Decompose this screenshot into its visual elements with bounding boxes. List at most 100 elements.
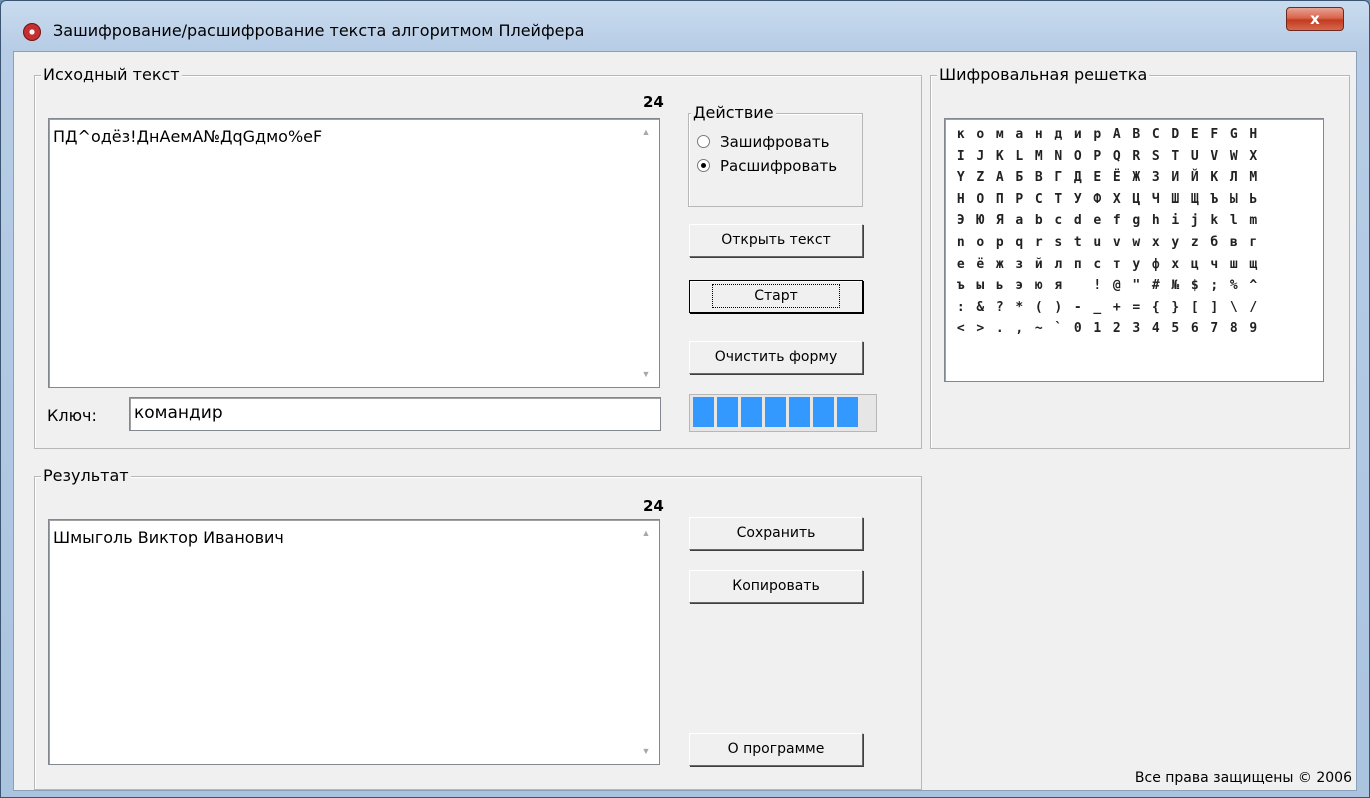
about-button[interactable]: О программе: [689, 733, 863, 766]
cipher-grid: командирABCDEFGHIJKLMNOPQRSTUVWXYZАБВГДЕ…: [944, 118, 1324, 382]
clear-form-button[interactable]: Очистить форму: [689, 341, 863, 374]
cipher-grid-cell: \: [1229, 299, 1238, 315]
cipher-grid-cell: J: [976, 148, 985, 164]
cipher-grid-cell: (: [1034, 299, 1043, 315]
decrypt-radio[interactable]: Расшифровать: [697, 157, 837, 175]
cipher-grid-cell: г: [1249, 234, 1258, 250]
cipher-grid-cell: з: [1015, 256, 1024, 272]
cipher-grid-cell: Z: [976, 170, 985, 186]
cipher-grid-cell: ;: [1210, 278, 1219, 294]
cipher-grid-row: ЭЮЯabcdefghijklm: [951, 213, 1323, 235]
window-title: Зашифрование/расшифрование текста алгори…: [53, 21, 585, 40]
cipher-grid-cell: t: [1073, 234, 1082, 250]
cipher-grid-cell: ?: [995, 299, 1004, 315]
progress-block: [765, 397, 786, 427]
cipher-grid-cell: P: [1093, 148, 1102, 164]
cipher-grid-cell: F: [1210, 127, 1219, 142]
cipher-grid-cell: а: [1015, 127, 1024, 142]
cipher-grid-cell: H: [1249, 127, 1258, 142]
cipher-grid-cell: л: [1054, 256, 1063, 272]
cipher-grid-cell: g: [1132, 213, 1141, 229]
open-text-button[interactable]: Открыть текст: [689, 224, 863, 257]
cipher-grid-cell: {: [1151, 299, 1160, 315]
cipher-grid-cell: х: [1171, 256, 1180, 272]
cipher-grid-cell: r: [1034, 234, 1043, 250]
cipher-grid-cell: s: [1054, 234, 1063, 250]
cipher-grid-cell: n: [956, 234, 965, 250]
scroll-down-icon[interactable]: ▼: [641, 369, 651, 379]
source-textarea[interactable]: ПД^одёз!ДнАемА№ДqGдмо%eF ▲ ▼: [48, 118, 660, 388]
source-text-group: Исходный текст 24 ПД^одёз!ДнАемА№ДqGдмо%…: [34, 65, 922, 449]
decrypt-radio-icon: [697, 159, 710, 172]
save-button[interactable]: Сохранить: [689, 517, 863, 550]
cipher-grid-cell: m: [1249, 213, 1258, 229]
cipher-grid-cell: L: [1015, 148, 1024, 164]
copy-button[interactable]: Копировать: [689, 570, 863, 603]
cipher-grid-cell: -: [1073, 299, 1082, 315]
cipher-grid-cell: 3: [1132, 321, 1141, 337]
cipher-grid-cell: k: [1210, 213, 1219, 229]
cipher-grid-cell: &: [976, 299, 985, 315]
cipher-grid-cell: 1: [1093, 321, 1102, 337]
cipher-grid-cell: И: [1171, 170, 1180, 186]
start-button[interactable]: Старт: [689, 280, 863, 313]
cipher-grid-cell: Ю: [976, 213, 985, 229]
cipher-grid-cell: e: [1093, 213, 1102, 229]
cipher-grid-row: < >., ~ ` 0 1 2 3 4 5 6 7 8 9: [951, 321, 1323, 343]
cipher-grid-cell: .: [995, 321, 1004, 337]
cipher-grid-cell: G: [1229, 127, 1238, 142]
progress-block: [717, 397, 738, 427]
cipher-grid-cell: l: [1229, 213, 1238, 229]
cipher-grid-cell: %: [1229, 278, 1238, 294]
cipher-grid-cell: 8: [1229, 321, 1238, 337]
title-bar[interactable]: Зашифрование/расшифрование текста алгори…: [1, 1, 1369, 41]
cipher-grid-group: Шифровальная решетка командирABCDEFGHIJK…: [930, 65, 1350, 449]
cipher-grid-cell: у: [1132, 256, 1141, 272]
result-text-value: Шмыголь Виктор Иванович: [53, 528, 284, 547]
cipher-grid-row: IJKLMNOPQRSTUVWX: [951, 149, 1323, 171]
cipher-grid-cell: ^: [1249, 278, 1258, 294]
key-input[interactable]: командир: [129, 397, 661, 431]
cipher-grid-cell: к: [956, 127, 965, 142]
scroll-down-icon[interactable]: ▼: [641, 746, 651, 756]
cipher-grid-cell: ч: [1210, 256, 1219, 272]
cipher-grid-cell: :: [956, 299, 965, 315]
cipher-grid-cell: п: [1073, 256, 1082, 272]
source-text-title: Исходный текст: [41, 65, 182, 84]
cipher-grid-cell: d: [1073, 213, 1082, 229]
result-title: Результат: [41, 466, 131, 485]
cipher-grid-cell: Д: [1073, 170, 1082, 186]
progress-block: [837, 397, 858, 427]
cipher-grid-cell: 4: [1151, 321, 1160, 337]
cipher-grid-row: nopqrstuvwxyzбвг: [951, 235, 1323, 257]
cipher-grid-cell: y: [1171, 234, 1180, 250]
cipher-grid-cell: U: [1190, 148, 1199, 164]
cipher-grid-cell: ш: [1229, 256, 1238, 272]
client-area: Исходный текст 2 4 ПД^одёз!ДнАемА№ДqGдмо%…: [13, 51, 1357, 791]
cipher-grid-cell: 2: [1112, 321, 1121, 337]
cipher-grid-cell: Н: [956, 191, 965, 207]
cipher-grid-cell: B: [1132, 127, 1141, 142]
cipher-grid-cell: Я: [995, 213, 1004, 229]
cipher-grid-cell: i: [1171, 213, 1180, 229]
cipher-grid-cell: Б: [1015, 170, 1024, 186]
action-group: Действие Зашифровать Расшифровать: [688, 103, 863, 207]
cipher-grid-cell: [: [1190, 299, 1199, 315]
copy-button-label: Копировать: [732, 578, 820, 594]
cipher-grid-cell: I: [956, 148, 965, 164]
scroll-up-icon[interactable]: ▲: [641, 528, 651, 538]
cipher-grid-cell: @: [1112, 278, 1121, 294]
open-text-button-label: Открыть текст: [721, 232, 831, 248]
close-button[interactable]: x: [1286, 7, 1344, 31]
cipher-grid-cell: ю: [1034, 278, 1043, 294]
encrypt-radio[interactable]: Зашифровать: [697, 133, 829, 151]
cipher-grid-cell: D: [1171, 127, 1180, 142]
cipher-grid-cell: 9: [1249, 321, 1258, 337]
progress-block: [789, 397, 810, 427]
result-textarea[interactable]: Шмыголь Виктор Иванович ▲ ▼: [48, 519, 660, 765]
cipher-grid-cell: !: [1093, 278, 1102, 294]
cipher-grid-row: командирABCDEFGH: [951, 127, 1323, 149]
cipher-grid-cell: я: [1054, 278, 1063, 294]
scroll-up-icon[interactable]: ▲: [641, 127, 651, 137]
copyright-text: Все права защищены © 2006: [1134, 770, 1352, 786]
